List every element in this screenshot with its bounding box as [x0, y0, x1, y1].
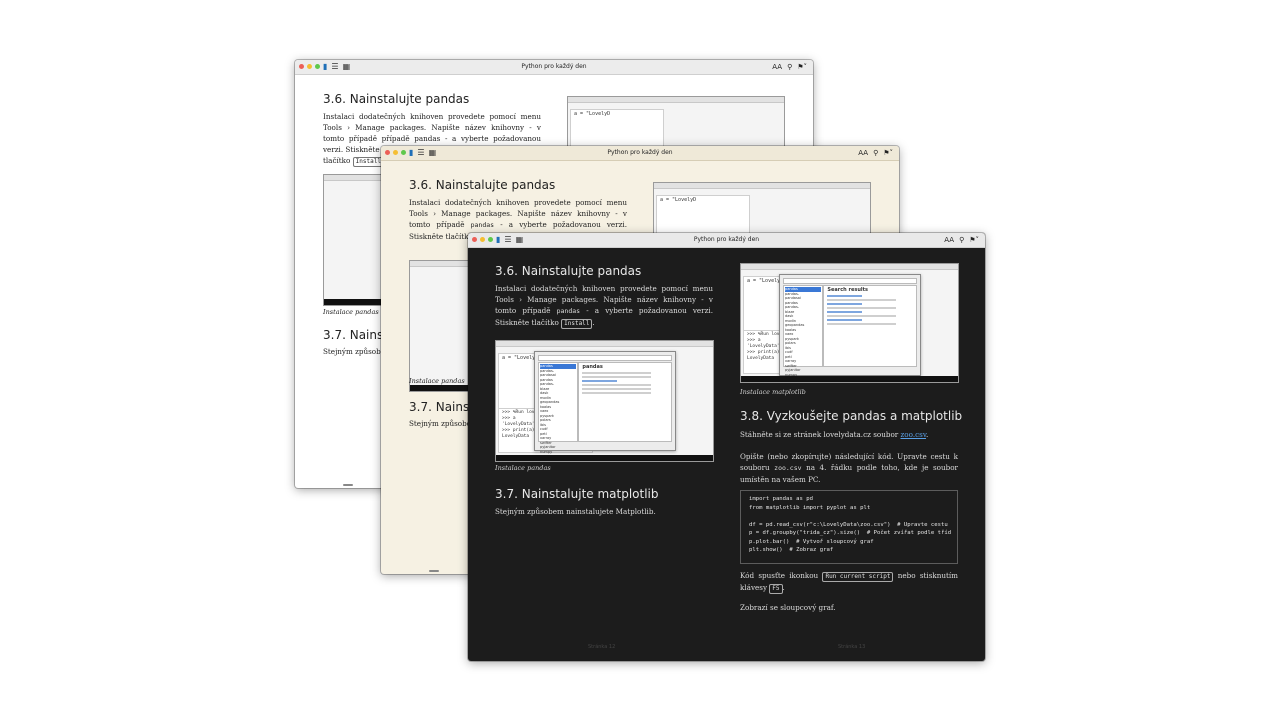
title-bar: ▮ ☰ ▦ Python pro každý den AA ⚲ ⚑˅ — [381, 146, 899, 161]
code-line: import pandas as pd — [749, 496, 813, 502]
section-heading-partial: 3.7. Nainst — [323, 328, 388, 342]
f5-key: F5 — [769, 584, 783, 594]
run-instructions: Kód spusťte ikonkou Run current script n… — [740, 571, 958, 594]
package-list-item: numpy — [540, 449, 553, 454]
run-current-script-key: Run current script — [822, 572, 894, 582]
screenshot-install-pandas: a = "LovelyD >>> %Run lovelydata >>> a 'Lo… — [495, 340, 714, 462]
code-line: df = pd.read_csv(r"c:\LovelyData\zoo.csv… — [749, 521, 948, 528]
section-heading-36: 3.6. Nainstalujte pandas — [495, 264, 642, 278]
search-icon[interactable]: ⚲ — [873, 148, 878, 158]
code-line: p = df.groupby("trida_cz").size() # Poče… — [749, 530, 952, 536]
zoo-csv-link[interactable]: zoo.csv — [901, 430, 927, 439]
code-line: p.plot.bar() # Vytvoř sloupcový graf — [749, 538, 874, 545]
page-content: 3.6. Nainstalujte pandas Instalaci dodat… — [468, 247, 985, 661]
window-title: Python pro každý den — [693, 236, 760, 243]
font-size-button[interactable]: AA — [944, 235, 954, 245]
figure-caption-pandas: Instalace pandas — [495, 464, 551, 472]
screenshot-thonny-partial — [323, 174, 385, 306]
section-heading: 3.6. Nainstalujte pandas — [323, 92, 470, 106]
resize-handle[interactable] — [429, 570, 439, 572]
figure-caption: Instalace pandas — [323, 308, 379, 316]
result-text: Zobrazí se sloupcový graf. — [740, 603, 836, 612]
search-icon[interactable]: ⚲ — [787, 62, 792, 72]
section-text-37: Stejným způsobem nainstalujete Matplotli… — [495, 507, 656, 516]
install-key: Install — [352, 157, 384, 167]
bookmark-icon[interactable]: ⚑˅ — [797, 62, 807, 72]
install-instructions: Instalaci dodatečných knihoven provedete… — [495, 284, 713, 329]
code-line: plt.show() # Zobraz graf — [749, 547, 834, 553]
install-key: Install — [561, 319, 593, 329]
figure-caption-matplotlib: Instalace matplotlib — [740, 388, 806, 396]
toolbar-right: AA ⚲ ⚑˅ — [944, 235, 979, 245]
window-title: Python pro každý den — [521, 63, 587, 70]
screenshot-install-matplotlib: a = "LovelyD >>> %Run lovelydata >>> a 'Lo… — [740, 263, 959, 383]
section-heading-38: 3.8. Vyzkoušejte pandas a matplotlib — [740, 409, 963, 423]
code-line: from matplotlib import pyplot as plt — [749, 504, 871, 511]
page-number-left: Stránka 12 — [588, 644, 616, 650]
bookmark-icon[interactable]: ⚑˅ — [969, 235, 979, 245]
page-number-right: Stránka 13 — [838, 644, 866, 650]
section-heading-partial: 3.7. Nainst — [409, 400, 474, 414]
manage-packages-dialog: pandas pandas-pandasai pandas pandas-blaze d… — [779, 274, 921, 377]
font-size-button[interactable]: AA — [772, 62, 782, 72]
window-title: Python pro každý den — [607, 149, 673, 156]
screenshot-thonny-partial — [409, 260, 471, 392]
search-icon[interactable]: ⚲ — [959, 235, 964, 245]
title-bar: ▮ ☰ ▦ Python pro každý den AA ⚲ ⚑˅ — [468, 233, 985, 248]
figure-caption: Instalace pandas — [409, 377, 465, 385]
bookmark-icon[interactable]: ⚑˅ — [883, 148, 893, 158]
reader-window-dark: ▮ ☰ ▦ Python pro každý den AA ⚲ ⚑˅ 3.6. … — [468, 233, 985, 661]
download-text: Stáhněte si ze stránek lovelydata.cz sou… — [740, 430, 929, 439]
section-heading: 3.6. Nainstalujte pandas — [409, 178, 556, 192]
title-bar: ▮ ☰ ▦ Python pro každý den AA ⚲ ⚑˅ — [295, 60, 813, 75]
toolbar-right: AA ⚲ ⚑˅ — [858, 148, 893, 158]
manage-packages-dialog: pandas pandas-pandasai pandas pandas-blaze d… — [534, 351, 676, 454]
toolbar-right: AA ⚲ ⚑˅ — [772, 62, 807, 72]
code-block: import pandas as pd from matplotlib impor… — [740, 490, 958, 564]
resize-handle[interactable] — [343, 484, 353, 486]
font-size-button[interactable]: AA — [858, 148, 868, 158]
section-heading-37: 3.7. Nainstalujte matplotlib — [495, 487, 659, 501]
copy-code-text: Opište (nebo zkopírujte) následující kód… — [740, 452, 958, 484]
